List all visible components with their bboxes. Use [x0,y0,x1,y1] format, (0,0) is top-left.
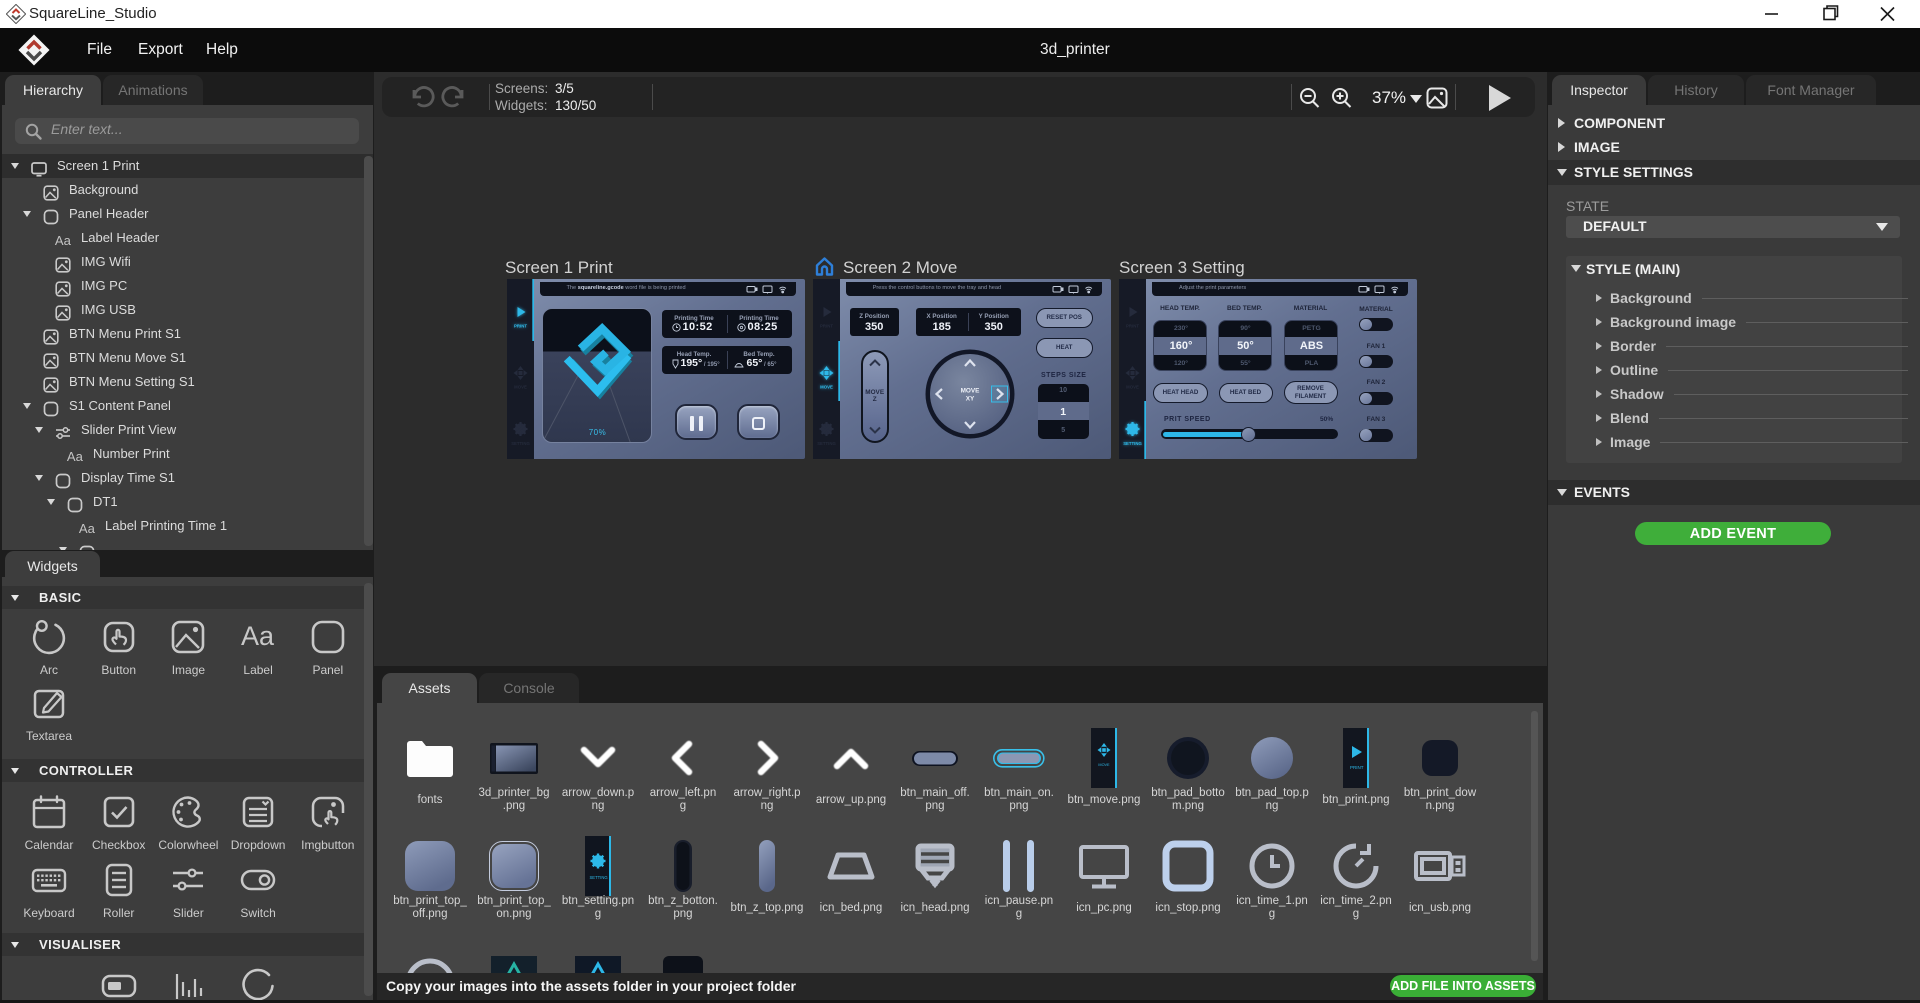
svg-text:MOVE: MOVE [1098,763,1110,767]
svg-text:PRINT: PRINT [820,323,833,328]
svg-text:Aa: Aa [55,233,72,248]
svg-text:PRINT: PRINT [1126,323,1139,328]
svg-text:SETTING: SETTING [817,441,836,446]
svg-text:MOVE: MOVE [1126,384,1139,389]
svg-text:Aa: Aa [79,521,96,536]
svg-text:MOVE: MOVE [820,384,833,389]
svg-text:PRINT: PRINT [1350,765,1364,770]
svg-text:MOVE: MOVE [514,384,527,389]
svg-text:Aa: Aa [241,621,275,651]
svg-text:XY: XY [965,396,974,403]
svg-text:Aa: Aa [67,449,84,464]
svg-text:PRINT: PRINT [514,323,527,328]
svg-text:SETTING: SETTING [511,441,530,446]
svg-text:SETTING: SETTING [1123,441,1142,446]
svg-text:MOVE: MOVE [960,388,980,395]
svg-text:SETTING: SETTING [590,875,608,880]
